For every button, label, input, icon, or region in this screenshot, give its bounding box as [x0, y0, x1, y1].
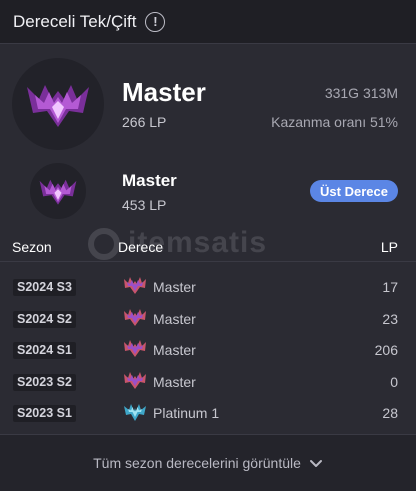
- peak-badge: Üst Derece: [310, 180, 398, 202]
- row-lp: 17: [382, 279, 398, 295]
- tier-name: Master: [153, 310, 196, 327]
- season-label: S2023 S1: [13, 405, 76, 422]
- peak-tier: Master: [122, 171, 177, 190]
- table-row: S2024 S1 Master 206: [0, 333, 416, 365]
- season-label: S2023 S2: [13, 373, 76, 391]
- row-lp: 23: [382, 310, 398, 327]
- chevron-down-icon: [309, 460, 322, 467]
- current-rank-section: Master 266 LP 331G 313M Kazanma oranı 51…: [0, 44, 416, 156]
- tier-name: Master: [153, 279, 196, 295]
- master-icon: [124, 371, 146, 389]
- view-all-seasons-button[interactable]: Tüm sezon derecelerini görüntüle: [0, 434, 416, 491]
- season-table: S2024 S3 Master 17 S2024 S2 Master 23 S2…: [0, 270, 416, 428]
- table-row: S2024 S2 Master 23: [0, 302, 416, 334]
- master-icon: [124, 277, 146, 294]
- season-table-header: Sezon Derece LP: [0, 232, 416, 262]
- master-icon: [124, 340, 146, 357]
- queue-title: Dereceli Tek/Çift: [13, 11, 137, 31]
- ranked-header: Dereceli Tek/Çift !: [0, 0, 416, 44]
- season-label: S2024 S2: [13, 310, 76, 328]
- platinum-icon: [124, 404, 146, 421]
- current-tier: Master: [122, 77, 206, 107]
- peak-rank-section: Master 453 LP Üst Derece: [0, 158, 416, 224]
- master-emblem-icon: [12, 58, 104, 150]
- table-row: S2023 S2 Master 0: [0, 365, 416, 397]
- win-rate: Kazanma oranı 51%: [271, 114, 398, 130]
- tier-name: Master: [153, 373, 196, 390]
- row-lp: 206: [374, 342, 398, 358]
- peak-lp: 453 LP: [122, 197, 167, 213]
- table-row: S2023 S1 Platinum 1 28: [0, 396, 416, 428]
- tier-name: Platinum 1: [153, 405, 220, 421]
- row-lp: 0: [390, 373, 398, 390]
- season-column-header: Sezon: [12, 239, 52, 255]
- view-all-seasons-label: Tüm sezon derecelerini görüntüle: [93, 455, 301, 471]
- season-label: S2024 S1: [13, 342, 76, 359]
- master-icon: [124, 308, 146, 326]
- rank-column-header: Derece: [118, 239, 164, 255]
- season-label: S2024 S3: [13, 279, 76, 296]
- master-emblem-icon: [30, 163, 86, 219]
- win-loss-record: 331G 313M: [324, 85, 398, 101]
- table-row: S2024 S3 Master 17: [0, 270, 416, 302]
- info-icon[interactable]: !: [145, 11, 166, 32]
- tier-name: Master: [153, 342, 196, 358]
- row-lp: 28: [382, 405, 398, 421]
- lp-column-header: LP: [380, 239, 398, 255]
- current-lp: 266 LP: [122, 114, 167, 130]
